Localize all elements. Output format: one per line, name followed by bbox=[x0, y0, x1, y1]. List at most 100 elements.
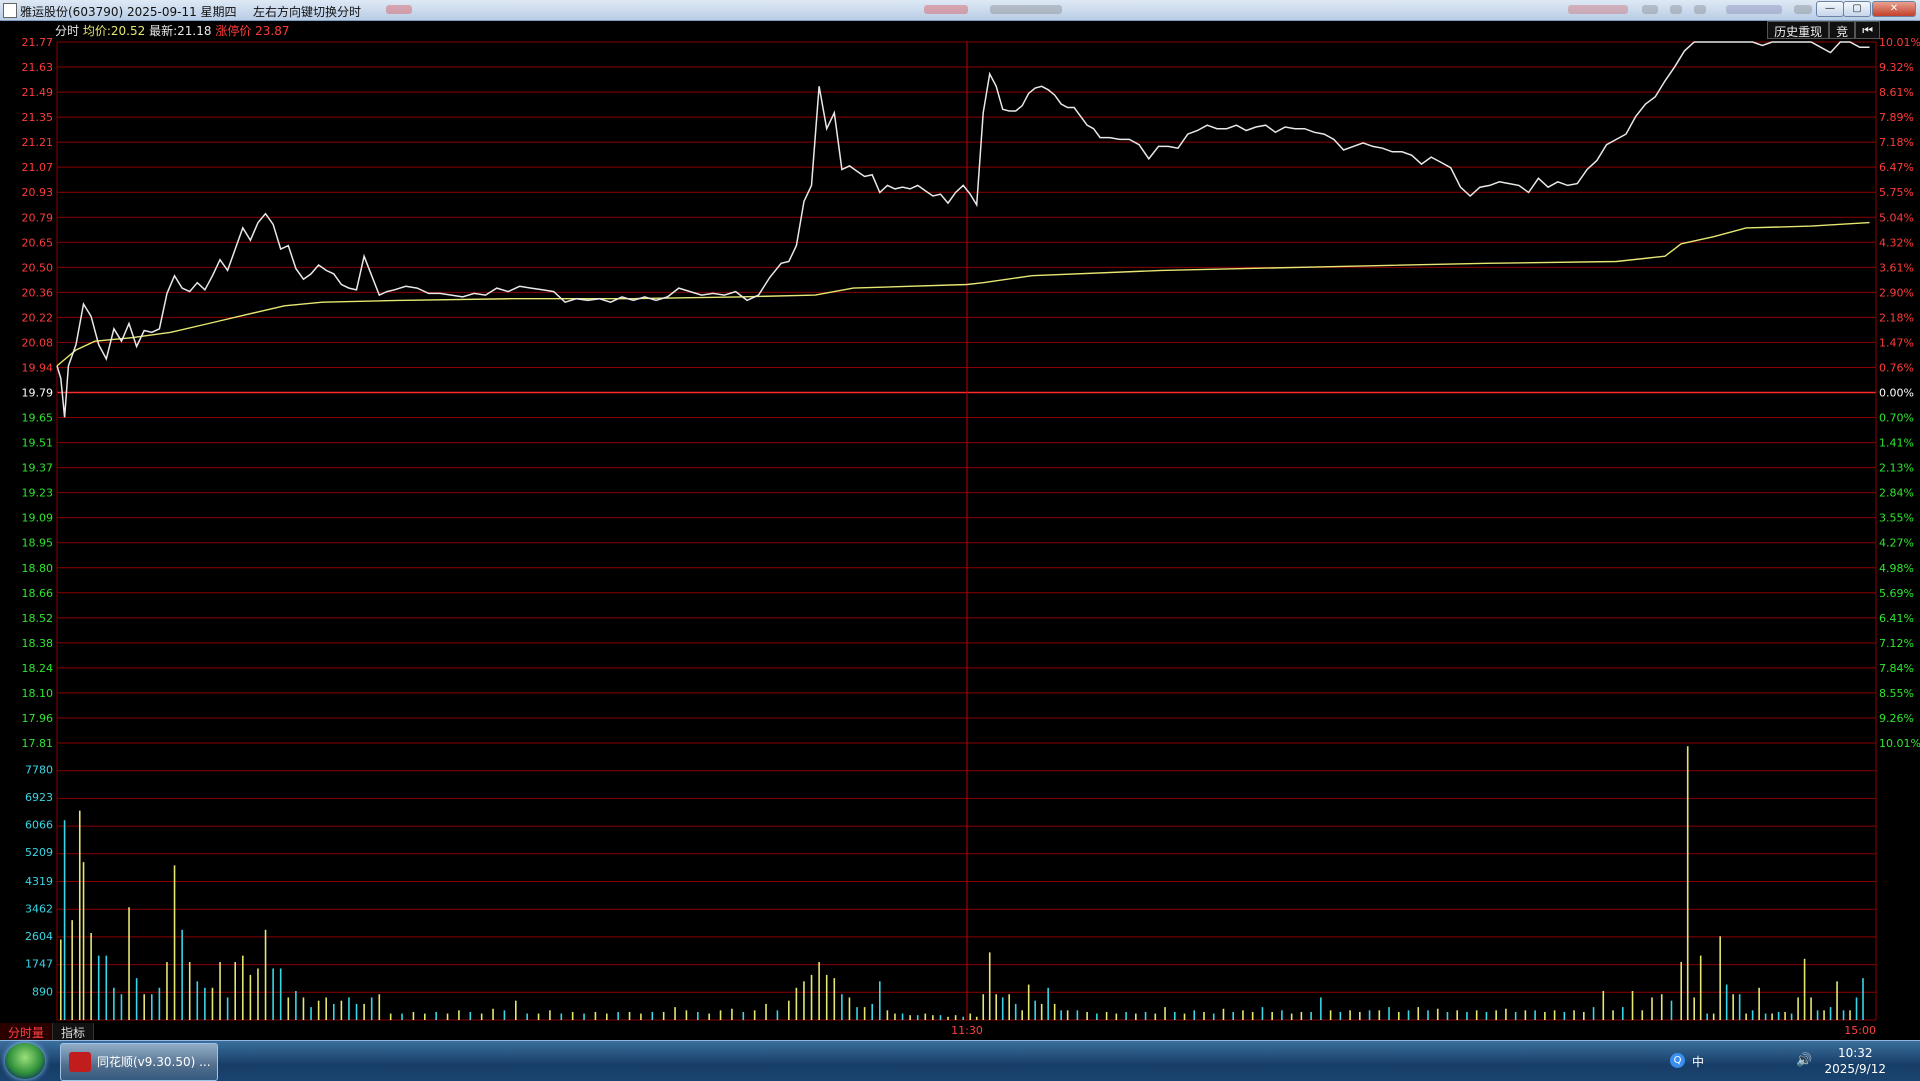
price-tick-label: 20.36 bbox=[22, 286, 54, 299]
volume-tick-label: 5209 bbox=[25, 846, 53, 859]
minimize-button[interactable]: — bbox=[1816, 1, 1844, 17]
percent-tick-label: 5.69% bbox=[1879, 587, 1914, 600]
percent-tick-label: 6.47% bbox=[1879, 161, 1914, 174]
volume-tick-label: 1747 bbox=[25, 958, 53, 971]
price-tick-label: 21.63 bbox=[22, 61, 54, 74]
price-tick-label: 21.07 bbox=[22, 161, 54, 174]
percent-tick-label: 2.18% bbox=[1879, 311, 1914, 324]
price-tick-label: 21.21 bbox=[22, 136, 54, 149]
price-tick-label: 18.24 bbox=[22, 662, 54, 675]
time-axis: 09:3011:3015:00 bbox=[22, 1024, 1876, 1037]
price-tick-label: 19.23 bbox=[22, 487, 54, 500]
volume-tick-label: 6923 bbox=[25, 791, 53, 804]
percent-tick-label: 6.41% bbox=[1879, 612, 1914, 625]
price-tick-label: 20.93 bbox=[22, 186, 54, 199]
volume-bars bbox=[59, 746, 1864, 1020]
bottom-tabs: 分时量 指标 bbox=[0, 1023, 95, 1040]
percent-tick-label: 4.98% bbox=[1879, 562, 1914, 575]
average-price-line bbox=[56, 221, 1870, 367]
volume-tick-label: 4319 bbox=[25, 875, 53, 888]
system-clock[interactable]: 10:32 2025/9/12 bbox=[1824, 1045, 1886, 1077]
volume-axis: 7780 6923 6066 5209 4319 3462 2604 1747 890 bbox=[25, 763, 53, 998]
volume-tick-label: 2604 bbox=[25, 930, 53, 943]
app-icon bbox=[3, 3, 17, 18]
percent-tick-label: 0.76% bbox=[1879, 361, 1914, 374]
price-tick-label: 21.35 bbox=[22, 111, 54, 124]
price-tick-label: 20.22 bbox=[22, 311, 54, 324]
price-tick-label: 20.79 bbox=[22, 211, 54, 224]
blurred-label bbox=[1794, 5, 1812, 14]
percent-tick-label: 7.89% bbox=[1879, 111, 1914, 124]
blurred-label bbox=[1670, 5, 1682, 14]
hint-text: 左右方向键切换分时 bbox=[253, 5, 362, 19]
price-tick-label: 19.94 bbox=[22, 361, 54, 374]
taskbar-app-button[interactable]: 同花顺(v9.30.50) ... bbox=[60, 1043, 218, 1081]
price-tick-label: 18.52 bbox=[22, 612, 54, 625]
percent-tick-label: 2.84% bbox=[1879, 487, 1914, 500]
percent-tick-label: 3.61% bbox=[1879, 261, 1914, 274]
percent-tick-label: 5.75% bbox=[1879, 186, 1914, 199]
price-axis: 21.77 21.63 21.49 21.35 21.21 21.07 20.93 20.79… bbox=[22, 36, 54, 750]
ime-icon[interactable]: Q bbox=[1670, 1053, 1685, 1068]
clock-date: 2025/9/12 bbox=[1824, 1062, 1886, 1076]
percent-tick-label: 4.32% bbox=[1879, 236, 1914, 249]
volume-tick-label: 6066 bbox=[25, 819, 53, 832]
percent-tick-label: 0.70% bbox=[1879, 412, 1914, 425]
price-tick-label: 18.80 bbox=[22, 562, 54, 575]
clock-time: 10:32 bbox=[1837, 1046, 1873, 1060]
blurred-label bbox=[1642, 5, 1658, 14]
percent-tick-label: 0.00% bbox=[1879, 387, 1914, 400]
percent-axis: 10.01% 9.32% 8.61% 7.89% 7.18% 6.47% 5.75% 5.04… bbox=[1879, 36, 1920, 750]
blurred-label bbox=[1568, 5, 1628, 14]
percent-tick-label: 10.01% bbox=[1879, 36, 1920, 49]
price-tick-label: 20.08 bbox=[22, 336, 54, 349]
percent-tick-label: 4.27% bbox=[1879, 537, 1914, 550]
time-tick-label: 11:30 bbox=[951, 1024, 983, 1037]
percent-tick-label: 10.01% bbox=[1879, 737, 1920, 750]
percent-tick-label: 9.26% bbox=[1879, 712, 1914, 725]
percent-tick-label: 7.18% bbox=[1879, 136, 1914, 149]
price-tick-label: 17.96 bbox=[22, 712, 54, 725]
percent-tick-label: 8.61% bbox=[1879, 86, 1914, 99]
price-tick-label: 19.37 bbox=[22, 462, 54, 475]
title-bar: 雅运股份(603790) 2025-09-11 星期四 左右方向键切换分时 — … bbox=[0, 0, 1920, 21]
price-tick-label: 20.50 bbox=[22, 261, 54, 274]
blurred-label bbox=[1726, 5, 1782, 14]
start-button[interactable] bbox=[5, 1043, 45, 1079]
window-title: 雅运股份(603790) 2025-09-11 星期四 bbox=[20, 5, 237, 19]
percent-tick-label: 5.04% bbox=[1879, 211, 1914, 224]
ime-language[interactable]: 中 bbox=[1692, 1053, 1704, 1070]
price-tick-label: 21.77 bbox=[22, 36, 54, 49]
price-tick-label: 18.95 bbox=[22, 537, 54, 550]
tab-volume[interactable]: 分时量 bbox=[0, 1023, 54, 1040]
percent-tick-label: 2.13% bbox=[1879, 462, 1914, 475]
percent-tick-label: 8.55% bbox=[1879, 687, 1914, 700]
price-tick-label: 20.65 bbox=[22, 236, 54, 249]
price-tick-label: 17.81 bbox=[22, 737, 54, 750]
volume-tick-label: 7780 bbox=[25, 763, 53, 776]
tab-indicator[interactable]: 指标 bbox=[53, 1023, 95, 1040]
system-tray: Q 中 🔊 10:32 2025/9/12 bbox=[1620, 1041, 1920, 1081]
taskbar-app-label: 同花顺(v9.30.50) ... bbox=[97, 1055, 211, 1069]
blurred-label bbox=[1694, 5, 1706, 14]
price-tick-label: 18.66 bbox=[22, 587, 54, 600]
volume-icon[interactable]: 🔊 bbox=[1796, 1053, 1812, 1068]
percent-tick-label: 1.47% bbox=[1879, 336, 1914, 349]
price-tick-label: 19.51 bbox=[22, 437, 54, 450]
price-tick-label: 21.49 bbox=[22, 86, 54, 99]
maximize-button[interactable]: ▢ bbox=[1843, 1, 1871, 17]
intraday-chart[interactable]: 21.77 21.63 21.49 21.35 21.21 21.07 20.93 20.79… bbox=[0, 20, 1920, 1040]
price-tick-label: 19.09 bbox=[22, 512, 54, 525]
app-logo-icon bbox=[69, 1052, 91, 1072]
blurred-label bbox=[924, 5, 968, 14]
percent-tick-label: 2.90% bbox=[1879, 286, 1914, 299]
volume-tick-label: 3462 bbox=[25, 902, 53, 915]
price-tick-label: 18.10 bbox=[22, 687, 54, 700]
close-button[interactable]: ✕ bbox=[1872, 1, 1916, 17]
price-tick-label: 19.65 bbox=[22, 412, 54, 425]
percent-tick-label: 1.41% bbox=[1879, 437, 1914, 450]
percent-tick-label: 3.55% bbox=[1879, 512, 1914, 525]
time-tick-label: 15:00 bbox=[1844, 1024, 1876, 1037]
taskbar: 同花顺(v9.30.50) ... Q 中 🔊 10:32 2025/9/12 bbox=[0, 1040, 1920, 1081]
blurred-label bbox=[386, 5, 412, 14]
